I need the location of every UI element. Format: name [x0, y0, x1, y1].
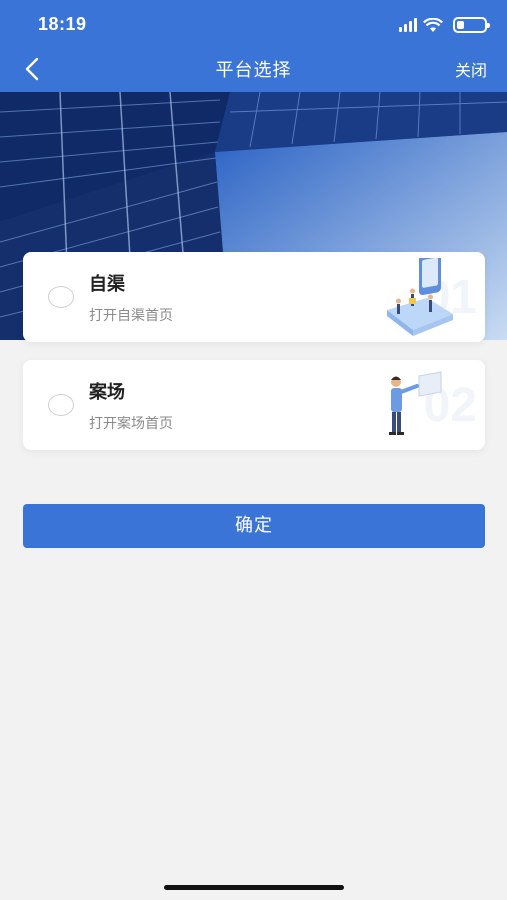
battery-icon [453, 17, 490, 33]
option-card-anchang[interactable]: 案场 打开案场首页 02 [23, 360, 485, 450]
phone-people-illustration [387, 258, 453, 336]
option-title-anchang: 案场 [89, 382, 125, 403]
presenter-illustration [389, 371, 442, 435]
radio-anchang[interactable] [48, 394, 74, 416]
option-title-ziqu: 自渠 [89, 274, 125, 295]
option-card-ziqu[interactable]: 自渠 打开自渠首页 01 [23, 252, 485, 342]
wifi-icon [423, 17, 443, 32]
option-subtitle-anchang: 打开案场首页 [89, 416, 173, 432]
home-indicator [164, 885, 344, 890]
signal-icon [399, 18, 417, 32]
status-bar: 18:19 [0, 0, 507, 48]
status-icons [399, 16, 490, 34]
app-header: 18:19 平台选择 关闭 [0, 0, 507, 92]
status-time: 18:19 [38, 14, 87, 34]
radio-ziqu[interactable] [48, 286, 74, 308]
option-subtitle-ziqu: 打开自渠首页 [89, 308, 173, 324]
close-button[interactable]: 关闭 [455, 57, 487, 81]
nav-bar: 平台选择 关闭 [0, 48, 507, 92]
page-title: 平台选择 [215, 60, 292, 81]
confirm-button[interactable]: 确定 [23, 504, 485, 548]
